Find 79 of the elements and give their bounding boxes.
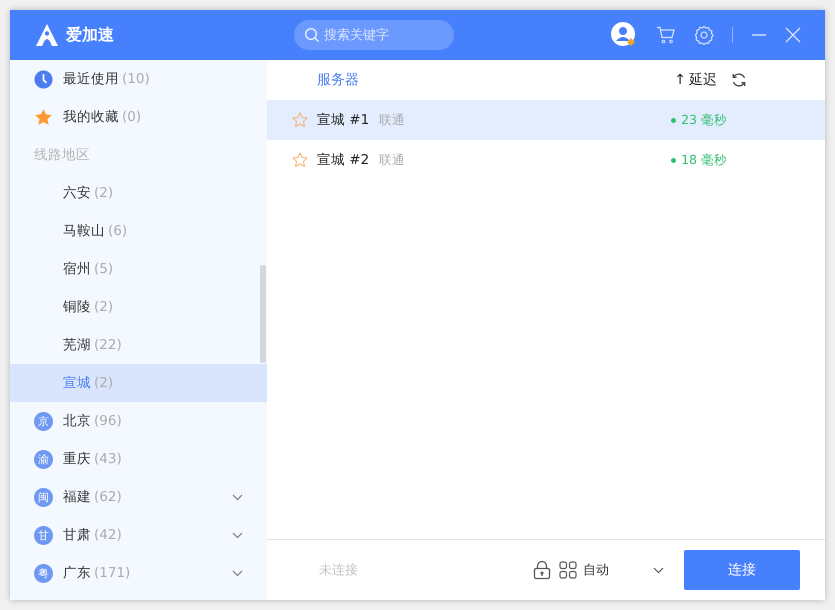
star-icon[interactable] [291,151,309,169]
search-field[interactable]: 搜索关键字 [294,20,454,50]
status-dot [671,158,676,162]
item-count: (2) [94,185,114,201]
clock-icon [34,70,53,88]
section-heading: 线路地区 [33,146,91,165]
scrollbar-thumb[interactable] [260,265,266,363]
item-count: (42) [94,527,122,543]
item-label: 重庆 [63,450,91,468]
logo-icon [34,23,60,47]
item-label: 我的收藏 [63,108,119,126]
isp-label: 联通 [379,112,406,128]
server-name: 宣城 #2 [317,151,370,169]
grid-icon [559,561,577,579]
item-count: (2) [94,299,114,315]
star-icon [34,108,53,126]
item-label: 马鞍山 [63,222,105,240]
item-count: (6) [108,223,128,239]
item-label: 北京 [63,412,91,430]
sidebar-item[interactable]: 芜湖 (22) [10,326,267,364]
region-badge: 京 [34,412,53,430]
app-name: 爱加速 [66,24,114,46]
item-label: 铜陵 [63,298,91,316]
item-label: 最近使用 [63,70,119,88]
region-badge: 渝 [34,450,53,468]
refresh-icon[interactable] [731,72,747,88]
mode-dropdown[interactable]: 自动 [559,561,664,579]
close-icon[interactable] [785,27,801,43]
item-label: 宿州 [63,260,91,278]
column-header: 服务器 [317,71,359,89]
item-count: (43) [94,451,122,467]
item-count: (0) [122,109,142,125]
sidebar-item[interactable]: 渝 重庆 (43) [10,440,267,478]
sidebar-item[interactable]: 闽 福建 (62) [10,478,267,516]
star-icon[interactable] [291,111,309,129]
item-count: (10) [122,71,150,87]
region-badge: 甘 [34,526,53,544]
item-count: (5) [94,261,114,277]
item-count: (22) [94,337,122,353]
chevron-down-icon[interactable] [232,532,243,538]
avatar-icon[interactable] [610,21,638,49]
chevron-down-icon[interactable] [232,494,243,500]
sidebar-item[interactable]: 六安 (2) [10,174,267,212]
server-name: 宣城 #1 [317,111,370,129]
cart-icon[interactable] [656,26,676,44]
column-header[interactable]: 延迟 [689,71,717,89]
item-count: (171) [94,565,130,581]
sidebar-item[interactable]: 马鞍山 (6) [10,212,267,250]
sidebar-item[interactable]: 铜陵 (2) [10,288,267,326]
sidebar-item[interactable]: 粤 广东 (171) [10,554,267,592]
region-badge: 闽 [34,488,53,506]
item-label: 六安 [63,184,91,202]
sort-arrow[interactable]: ↑ [674,72,686,88]
latency-value: 23 毫秒 [681,112,727,128]
item-count: (62) [94,489,122,505]
lock-icon[interactable] [533,560,551,580]
latency-value: 18 毫秒 [681,152,727,168]
connect-button[interactable]: 连接 [684,550,800,590]
item-count: (2) [94,375,114,391]
sidebar-item[interactable]: 京 北京 (96) [10,402,267,440]
region-badge: 粤 [34,564,53,582]
chevron-down-icon[interactable] [232,570,243,576]
item-label: 宣城 [63,374,91,392]
item-label: 福建 [63,488,91,506]
item-label: 甘肃 [63,526,91,544]
server-row[interactable]: 宣城 #1 联通 23 毫秒 [267,100,825,140]
item-label: 芜湖 [63,336,91,354]
sidebar-item[interactable]: 宿州 (5) [10,250,267,288]
item-label: 广东 [63,564,91,582]
chevron-down-icon [653,566,664,574]
status-dot [671,118,676,122]
connection-status: 未连接 [319,562,358,579]
isp-label: 联通 [379,152,406,168]
sidebar-item[interactable]: 最近使用 (10) [10,60,267,98]
settings-icon[interactable] [694,25,714,45]
sidebar-item[interactable]: 我的收藏 (0) [10,98,267,136]
item-count: (96) [94,413,122,429]
sidebar-item[interactable]: 甘 甘肃 (42) [10,516,267,554]
server-row[interactable]: 宣城 #2 联通 18 毫秒 [267,140,825,180]
